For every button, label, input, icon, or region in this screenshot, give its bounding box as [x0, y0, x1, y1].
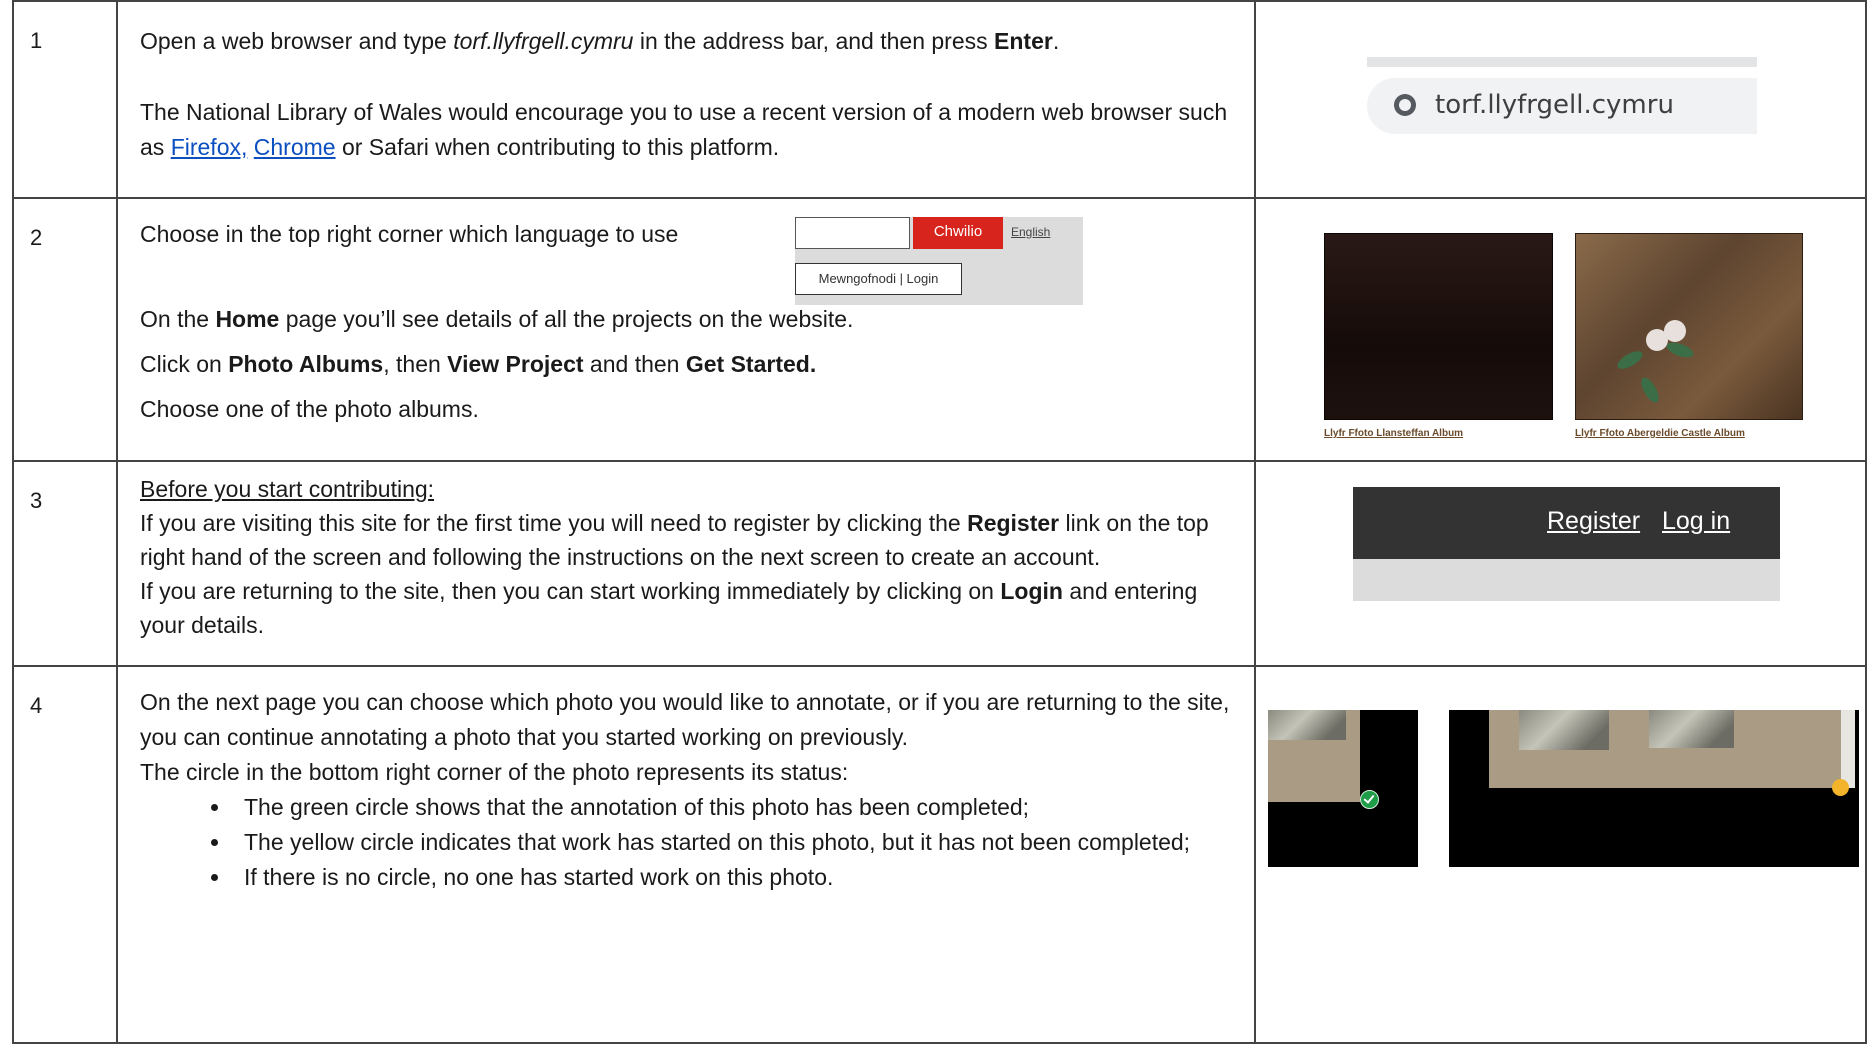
step-number: 1 [12, 0, 118, 199]
text: If you are visiting this site for the fi… [140, 510, 968, 536]
step-text: Before you start contributing: If you ar… [116, 460, 1256, 667]
search-input[interactable] [795, 217, 910, 249]
globe-icon [1394, 94, 1416, 116]
photo-image [1649, 710, 1734, 748]
text: in the address bar, and then press [633, 28, 995, 54]
green-check-circle-icon [1360, 790, 1379, 809]
leaf-decoration [1637, 374, 1663, 406]
album-cover-abergeldie[interactable] [1575, 233, 1803, 420]
photo-image [1519, 710, 1609, 750]
text: Open a web browser and type [140, 28, 454, 54]
step-number: 2 [12, 197, 118, 462]
text: page you’ll see details of all the proje… [279, 306, 854, 332]
step-text: Open a web browser and type torf.llyfrge… [116, 0, 1256, 199]
leaf-decoration [1614, 347, 1646, 373]
flower-decoration [1664, 320, 1686, 342]
status-list: The green circle shows that the annotati… [140, 790, 1232, 895]
text: or Safari when contributing to this plat… [335, 134, 780, 160]
album-instruction: Choose one of the photo albums. [140, 396, 479, 422]
step-number: 3 [12, 460, 118, 667]
text: and then [583, 351, 686, 377]
address-bar-top-strip [1367, 57, 1757, 67]
home-page-info: On the Home page you’ll see details of a… [140, 302, 1232, 337]
text: , then [383, 351, 448, 377]
step-text: On the next page you can choose which ph… [116, 665, 1256, 1044]
list-item: The green circle shows that the annotati… [232, 790, 1232, 825]
bold-text: Login [1000, 578, 1063, 604]
english-language-link[interactable]: English [1011, 225, 1050, 239]
text: If you are returning to the site, then y… [140, 578, 1001, 604]
album-cover-llansteffan[interactable] [1324, 233, 1553, 420]
search-button[interactable]: Chwilio [913, 217, 1003, 249]
bold-text: View Project [447, 351, 584, 377]
photo-thumbnail-in-progress[interactable] [1449, 710, 1859, 867]
url-text: torf.llyfrgell.cymru [453, 28, 634, 54]
step-row-3: 3 Before you start contributing: If you … [12, 460, 1867, 667]
browser-advice: The National Library of Wales would enco… [140, 95, 1232, 165]
bold-text: Get Started. [685, 351, 817, 377]
step-1-instruction: Open a web browser and type torf.llyfrge… [140, 24, 1232, 59]
photo-edge [1841, 710, 1855, 788]
list-item: The yellow circle indicates that work ha… [232, 825, 1232, 860]
header-bar: Register Log in [1353, 487, 1780, 559]
album-caption[interactable]: Llyfr Ffoto Abergeldie Castle Album [1575, 428, 1745, 439]
text: Click on [140, 351, 229, 377]
address-bar-image: torf.llyfrgell.cymru [1254, 0, 1867, 199]
bold-text: Photo Albums [228, 351, 384, 377]
photo-choice-instruction: On the next page you can choose which ph… [140, 689, 1230, 750]
list-item: If there is no circle, no one has starte… [232, 860, 1232, 895]
language-search-widget: Chwilio English Mewngofnodi | Login [795, 217, 1083, 305]
address-text: torf.llyfrgell.cymru [1435, 90, 1674, 120]
yellow-circle-icon [1832, 779, 1849, 796]
album-thumbnails-image: Llyfr Ffoto Llansteffan Album Llyfr Ffot… [1254, 197, 1867, 462]
step-number: 4 [12, 665, 118, 1044]
register-link[interactable]: Register [1547, 507, 1640, 536]
instructions-table: 1 Open a web browser and type torf.llyfr… [12, 0, 1867, 1044]
photo-thumbnail-completed[interactable] [1268, 710, 1418, 867]
step-text: Choose in the top right corner which lan… [116, 197, 1256, 462]
firefox-link[interactable]: Firefox, [171, 134, 248, 160]
album-caption[interactable]: Llyfr Ffoto Llansteffan Album [1324, 428, 1463, 439]
step-row-4: 4 On the next page you can choose which … [12, 665, 1867, 1044]
login-link[interactable]: Log in [1662, 507, 1730, 536]
key-name: Enter [994, 28, 1053, 54]
bold-text: Register [967, 510, 1060, 536]
address-bar: torf.llyfrgell.cymru [1367, 78, 1757, 134]
bold-text: Home [215, 306, 280, 332]
status-intro: The circle in the bottom right corner of… [140, 759, 849, 785]
text: . [1052, 28, 1060, 54]
login-instruction: If you are returning to the site, then y… [140, 574, 1232, 642]
leaf-decoration [1664, 339, 1696, 361]
header-bar-underlay [1353, 559, 1780, 601]
login-button[interactable]: Mewngofnodi | Login [795, 263, 962, 295]
register-login-image: Register Log in [1254, 460, 1867, 667]
step-row-1: 1 Open a web browser and type torf.llyfr… [12, 0, 1867, 199]
chrome-link[interactable]: Chrome [254, 134, 336, 160]
text: On the [140, 306, 216, 332]
photo-image [1268, 710, 1346, 740]
navigation-instruction: Click on Photo Albums, then View Project… [140, 347, 1232, 382]
photo-status-image [1254, 665, 1867, 1044]
register-instruction: If you are visiting this site for the fi… [140, 506, 1232, 574]
section-heading: Before you start contributing: [140, 476, 435, 502]
